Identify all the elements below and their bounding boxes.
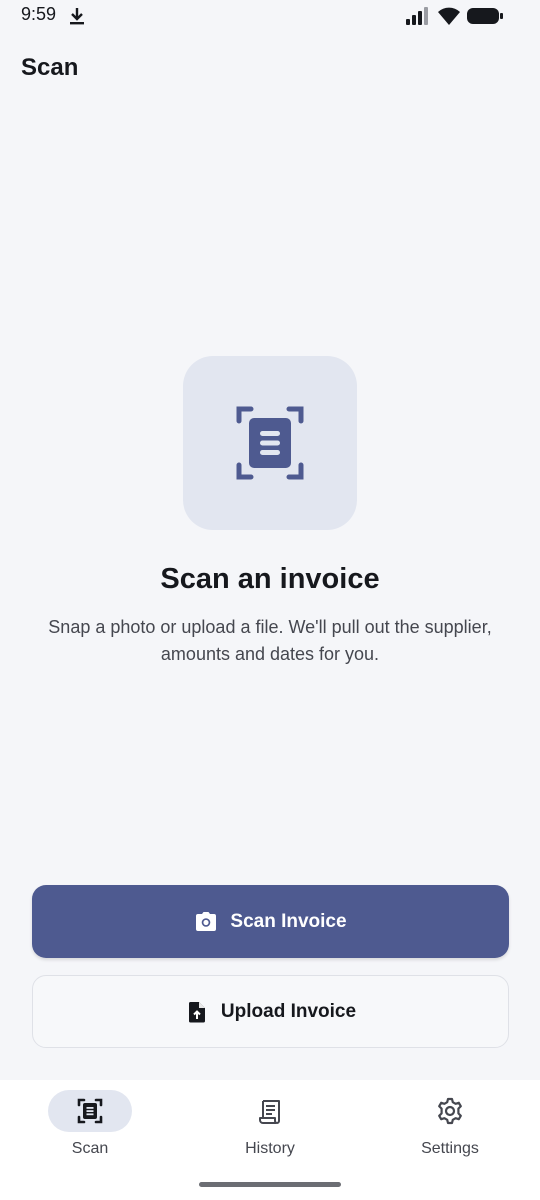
- camera-icon: [194, 910, 218, 934]
- nav-icon-container: [408, 1090, 492, 1132]
- gear-icon: [438, 1097, 462, 1125]
- hero-illustration: [183, 356, 357, 530]
- home-indicator[interactable]: [199, 1182, 341, 1187]
- battery-icon: [467, 8, 503, 24]
- scan-invoice-label: Scan Invoice: [230, 910, 347, 932]
- scan-invoice-button[interactable]: Scan Invoice: [32, 885, 509, 958]
- hero-heading: Scan an invoice: [160, 563, 380, 595]
- page-title: Scan: [21, 54, 79, 81]
- nav-icon-container: [228, 1090, 312, 1132]
- wifi-icon: [438, 7, 460, 25]
- file-upload-icon: [185, 1000, 209, 1024]
- nav-item-history[interactable]: History: [180, 1080, 360, 1180]
- receipt-icon: [259, 1100, 280, 1124]
- download-icon: [70, 8, 84, 25]
- nav-label-scan: Scan: [71, 1140, 109, 1157]
- signal-icon: [406, 7, 428, 25]
- upload-invoice-label: Upload Invoice: [220, 1000, 357, 1022]
- scan-document-icon: [236, 406, 304, 480]
- nav-active-indicator: [48, 1090, 132, 1132]
- upload-invoice-button[interactable]: Upload Invoice: [32, 975, 509, 1048]
- status-bar: 9:59: [0, 0, 540, 34]
- nav-label-history: History: [245, 1140, 295, 1157]
- nav-label-settings: Settings: [421, 1140, 479, 1157]
- hero-subtext: Snap a photo or upload a file. We'll pul…: [48, 617, 492, 664]
- scan-icon: [77, 1098, 103, 1124]
- nav-item-scan[interactable]: Scan: [0, 1080, 180, 1180]
- nav-item-settings[interactable]: Settings: [360, 1080, 540, 1180]
- status-time: 9:59: [21, 4, 57, 24]
